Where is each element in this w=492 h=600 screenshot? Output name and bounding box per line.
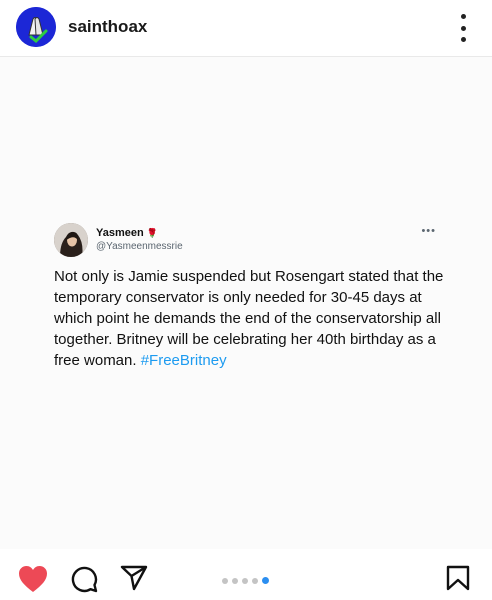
carousel-dot [222, 577, 228, 584]
tweet-avatar [54, 223, 88, 257]
tweet-text: Not only is Jamie suspended but Rosengar… [54, 268, 444, 369]
send-icon[interactable] [120, 565, 148, 596]
post-header: sainthoax [0, 0, 492, 57]
more-horizontal-icon: ••• [421, 225, 436, 237]
tweet-handle: @Yasmeenmessrie [96, 241, 183, 252]
carousel-dot [262, 577, 269, 584]
hashtag: #FreeBritney [140, 352, 227, 369]
carousel-dot [252, 577, 258, 584]
carousel-dot [242, 577, 248, 584]
person-photo-icon [54, 223, 88, 257]
bookmark-icon[interactable] [446, 565, 470, 596]
tweet-display-name: Yasmeen 🌹 [96, 227, 158, 239]
profile-avatar[interactable] [16, 7, 56, 47]
post-image: Yasmeen 🌹 @Yasmeenmessrie ••• Not only is… [0, 57, 492, 549]
comment-icon[interactable] [70, 565, 98, 598]
heart-icon[interactable] [18, 565, 48, 598]
tweet-body: Not only is Jamie suspended but Rosengar… [54, 266, 446, 371]
username[interactable]: sainthoax [68, 17, 147, 37]
carousel-indicator [222, 577, 269, 584]
kebab-menu-icon[interactable] [458, 14, 468, 42]
carousel-dot [232, 577, 238, 584]
display-name-text: Yasmeen [96, 227, 144, 239]
action-bar [0, 550, 492, 600]
rose-icon: 🌹 [146, 228, 158, 238]
praying-hands-icon [16, 7, 56, 47]
